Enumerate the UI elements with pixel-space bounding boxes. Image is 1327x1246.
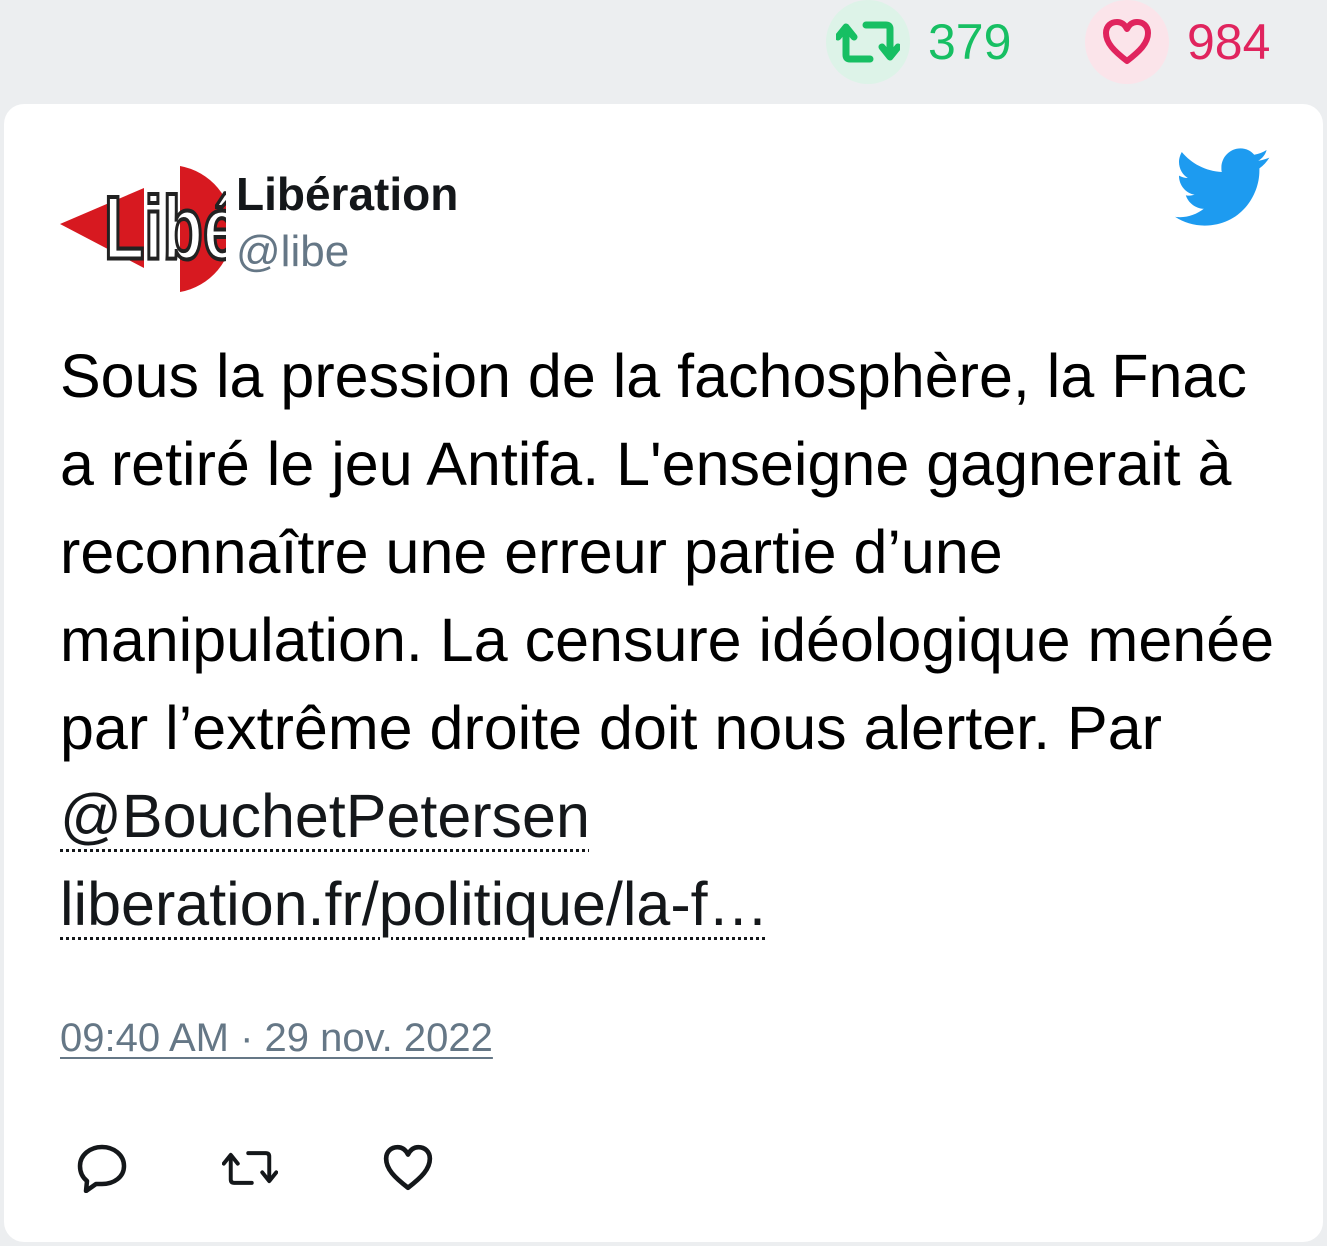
heart-icon[interactable] xyxy=(1085,0,1169,84)
article-link[interactable]: liberation.fr/politique/la-f… xyxy=(60,870,769,938)
retweet-stat[interactable]: 379 xyxy=(826,0,1011,84)
tweet-text: Sous la pression de la fachosphère, la F… xyxy=(60,342,1275,762)
engagement-stats: 379 984 xyxy=(0,0,1327,100)
retweet-icon[interactable] xyxy=(222,1140,278,1196)
reply-icon[interactable] xyxy=(74,1140,130,1196)
author-handle[interactable]: @libe xyxy=(236,224,458,280)
retweet-icon[interactable] xyxy=(826,0,910,84)
twitter-bird-icon[interactable] xyxy=(1174,148,1272,228)
author-block[interactable]: Libération @libe xyxy=(236,166,458,280)
retweet-count: 379 xyxy=(928,14,1012,70)
like-count: 984 xyxy=(1187,14,1271,70)
tweet-card: Libé Libération @libe Sous la pression d… xyxy=(4,104,1323,1242)
heart-icon[interactable] xyxy=(380,1140,436,1196)
avatar[interactable]: Libé xyxy=(60,164,241,294)
like-stat[interactable]: 984 xyxy=(1085,0,1270,84)
tweet-body: Sous la pression de la fachosphère, la F… xyxy=(60,332,1290,948)
mention-link[interactable]: @BouchetPetersen xyxy=(60,782,590,850)
author-display-name[interactable]: Libération xyxy=(236,166,458,222)
logo-text: Libé xyxy=(104,178,226,278)
liberation-logo: Libé xyxy=(60,166,241,292)
tweet-timestamp[interactable]: 09:40 AM · 29 nov. 2022 xyxy=(60,1016,493,1061)
